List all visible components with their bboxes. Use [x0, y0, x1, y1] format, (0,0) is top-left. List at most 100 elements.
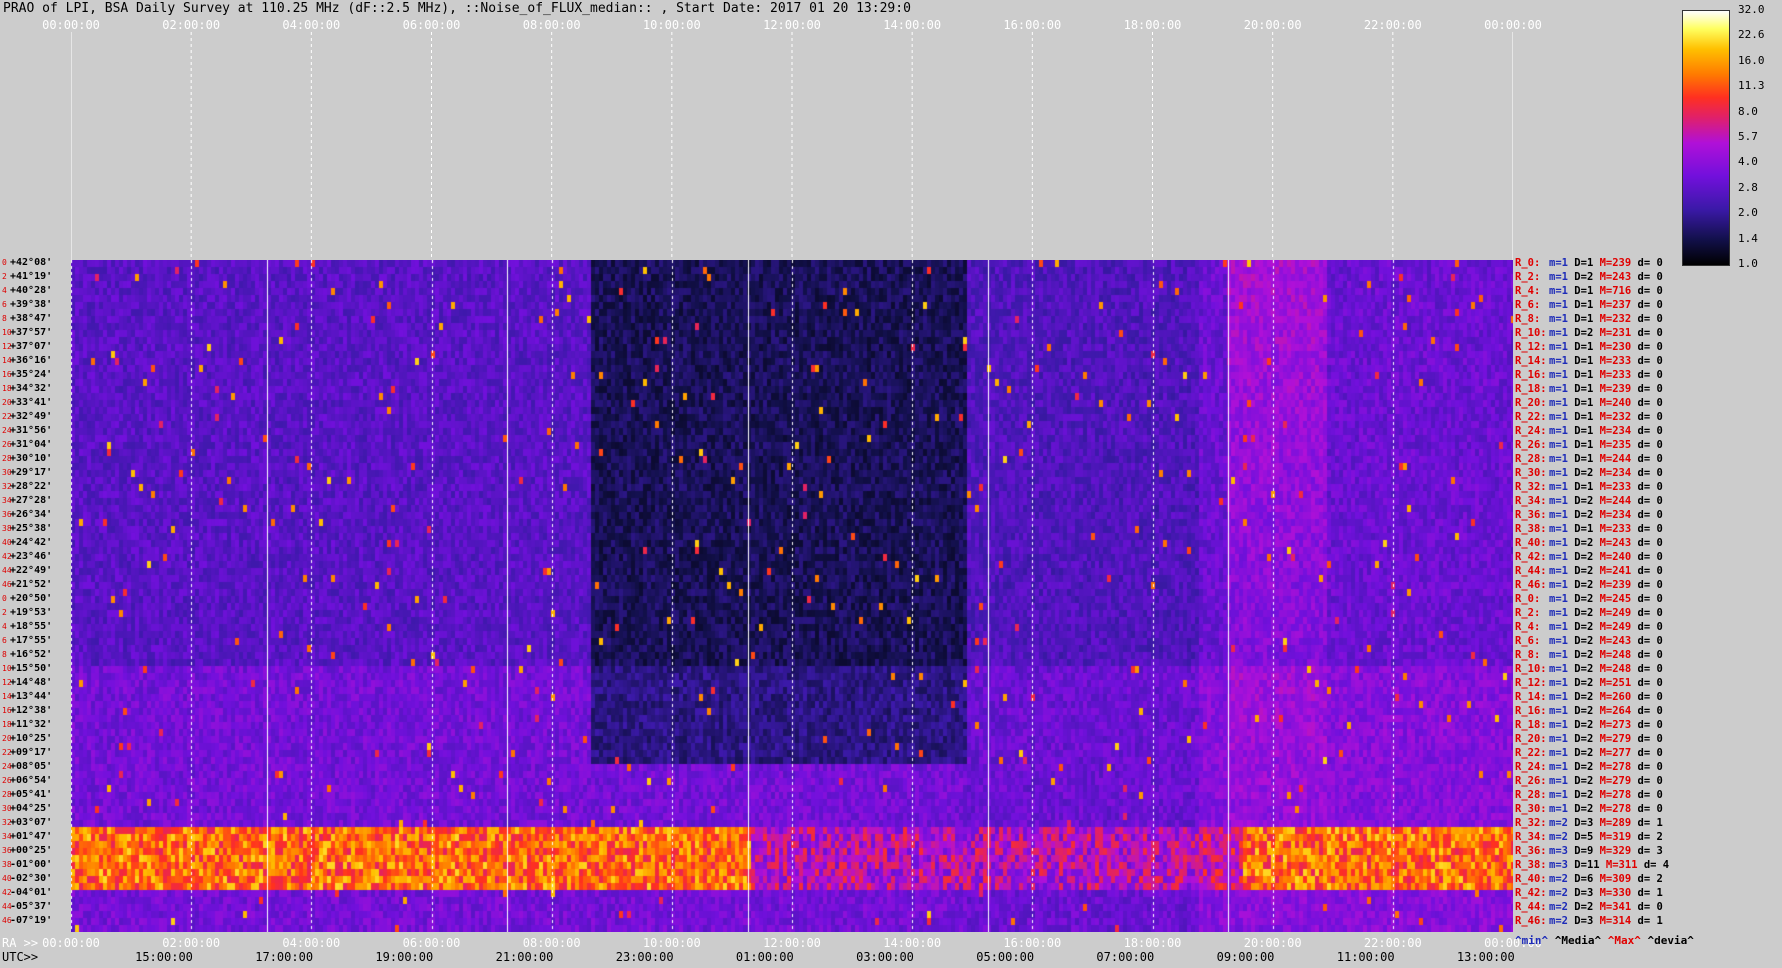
- stat-median: D=2: [1574, 621, 1600, 633]
- row-index: 46: [2, 916, 12, 925]
- stat-r: R_46:: [1515, 579, 1547, 591]
- colorbar-tick: 8.0: [1738, 104, 1758, 118]
- stat-max: M=235: [1599, 439, 1638, 451]
- stat-r: R_32:: [1515, 817, 1547, 829]
- declination-value: +28°22': [10, 481, 53, 492]
- declination-label: 34+27°28': [2, 494, 52, 508]
- top-axis-tick: 00:00:00: [42, 18, 100, 32]
- stat-median: D=1: [1574, 341, 1600, 353]
- stat-min: m=1: [1549, 705, 1575, 717]
- stat-r: R_44:: [1515, 901, 1547, 913]
- stat-median: D=2: [1574, 467, 1600, 479]
- stat-devia: d= 0: [1637, 369, 1663, 381]
- stat-median: D=2: [1574, 677, 1600, 689]
- stat-median: D=1: [1574, 355, 1600, 367]
- declination-value: +14°48': [10, 677, 53, 688]
- stat-row: R_20: m=1 D=1 M=240 d= 0: [1515, 396, 1663, 410]
- ra-axis-tick: 10:00:00: [642, 936, 701, 950]
- declination-label: 42+23°46': [2, 550, 52, 564]
- declination-label: 6 +39°38': [2, 298, 52, 312]
- stat-median: D=2: [1574, 271, 1600, 283]
- stat-max: M=278: [1599, 761, 1638, 773]
- stat-row: R_12: m=1 D=1 M=230 d= 0: [1515, 340, 1663, 354]
- colorbar-tick: 5.7: [1738, 130, 1758, 143]
- colorbar: [1682, 10, 1730, 266]
- declination-label: 20+10°25': [2, 732, 52, 746]
- stat-max: M=240: [1599, 397, 1638, 409]
- top-axis-tick: 18:00:00: [1123, 18, 1182, 32]
- stat-devia: d= 0: [1637, 789, 1663, 801]
- stat-row: R_18: m=1 D=1 M=239 d= 0: [1515, 382, 1663, 396]
- stat-min: m=1: [1549, 285, 1575, 297]
- stat-max: M=248: [1599, 663, 1638, 675]
- stat-row: R_34: m=2 D=5 M=319 d= 2: [1515, 830, 1663, 844]
- row-index: 14: [2, 356, 12, 365]
- stat-devia: d= 0: [1637, 607, 1663, 619]
- stat-max: M=248: [1599, 649, 1638, 661]
- stat-row: R_38: m=1 D=1 M=233 d= 0: [1515, 522, 1663, 536]
- stat-median: D=1: [1574, 369, 1600, 381]
- stat-row: R_34: m=1 D=2 M=244 d= 0: [1515, 494, 1663, 508]
- stat-r: R_42:: [1515, 551, 1547, 563]
- stat-min: m=2: [1549, 873, 1575, 885]
- stat-max: M=278: [1599, 803, 1638, 815]
- declination-value: +18°55': [10, 621, 53, 632]
- stat-row: R_32: m=1 D=1 M=233 d= 0: [1515, 480, 1663, 494]
- declination-label: 12+37°07': [2, 340, 52, 354]
- declination-value: -02°30': [10, 873, 53, 884]
- colorbar-tick: 22.6: [1738, 28, 1765, 42]
- declination-value: +37°57': [10, 327, 53, 338]
- stat-r: R_16:: [1515, 369, 1547, 381]
- legend-max: ^Max^: [1607, 934, 1641, 947]
- row-index: 12: [2, 342, 12, 351]
- stat-r: R_38:: [1515, 523, 1547, 535]
- stat-median: D=3: [1574, 817, 1600, 829]
- declination-value: +17°55': [10, 635, 53, 646]
- stat-row: R_46: m=1 D=2 M=239 d= 0: [1515, 578, 1663, 592]
- row-index: 8: [2, 314, 7, 323]
- stat-devia: d= 0: [1637, 565, 1663, 577]
- row-index: 46: [2, 580, 12, 589]
- ra-axis-tick: 02:00:00: [162, 936, 221, 950]
- chart-title: PRAO of LPI, BSA Daily Survey at 110.25 …: [3, 1, 911, 16]
- row-index: 44: [2, 566, 12, 575]
- stat-max: M=251: [1599, 677, 1638, 689]
- stat-median: D=1: [1574, 285, 1600, 297]
- stat-min: m=1: [1549, 299, 1575, 311]
- stat-median: D=2: [1574, 789, 1600, 801]
- utc-axis-tick: 09:00:00: [1216, 950, 1275, 964]
- stat-max: M=277: [1599, 747, 1638, 759]
- stat-row: R_22: m=1 D=2 M=277 d= 0: [1515, 746, 1663, 760]
- stat-r: R_34:: [1515, 495, 1547, 507]
- stat-r: R_40:: [1515, 537, 1547, 549]
- spectrogram-image: [71, 260, 1513, 932]
- stat-median: D=2: [1574, 537, 1600, 549]
- declination-value: -07°19': [10, 915, 53, 926]
- stat-max: M=260: [1599, 691, 1638, 703]
- stat-row: R_8: m=1 D=2 M=248 d= 0: [1515, 648, 1663, 662]
- stat-max: M=245: [1599, 593, 1638, 605]
- stat-median: D=2: [1574, 901, 1600, 913]
- stat-max: M=237: [1599, 299, 1638, 311]
- row-index: 42: [2, 888, 12, 897]
- stat-max: M=329: [1599, 845, 1638, 857]
- stat-max: M=239: [1599, 257, 1638, 269]
- stat-row: R_2: m=1 D=2 M=243 d= 0: [1515, 270, 1663, 284]
- stat-min: m=1: [1549, 383, 1575, 395]
- stat-min: m=1: [1549, 663, 1575, 675]
- stat-max: M=243: [1599, 537, 1638, 549]
- declination-label: 30+04°25': [2, 802, 52, 816]
- stat-r: R_0:: [1515, 593, 1541, 605]
- declination-label: 10+15°50': [2, 662, 52, 676]
- declination-label: 0 +20°50': [2, 592, 52, 606]
- stat-devia: d= 0: [1637, 453, 1663, 465]
- row-index: 18: [2, 384, 12, 393]
- stat-max: M=341: [1599, 901, 1638, 913]
- declination-value: +36°16': [10, 355, 53, 366]
- stat-median: D=2: [1574, 747, 1600, 759]
- stat-r: R_12:: [1515, 341, 1547, 353]
- stat-r: R_8:: [1515, 649, 1541, 661]
- stat-row: R_8: m=1 D=1 M=232 d= 0: [1515, 312, 1663, 326]
- stat-r: R_42:: [1515, 887, 1547, 899]
- stat-devia: d= 0: [1637, 523, 1663, 535]
